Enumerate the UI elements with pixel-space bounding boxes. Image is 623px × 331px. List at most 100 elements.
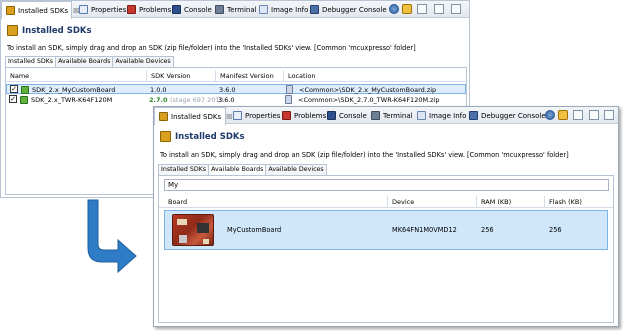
tab-image-info[interactable]: Image Info bbox=[413, 107, 466, 124]
table-row[interactable]: ✓ SDK_2.x_TWR-K64F120M 2.7.0 (stage 697 … bbox=[6, 95, 466, 105]
globe-icon[interactable] bbox=[389, 4, 399, 14]
sdk-icon bbox=[6, 6, 15, 15]
available-boards-panel: My Board Device RAM (KB) Flash (KB) MyCu… bbox=[158, 175, 614, 323]
subtab-available-devices[interactable]: Available Devices bbox=[112, 56, 174, 67]
tab-label: Image Info bbox=[429, 111, 467, 120]
col-name[interactable]: Name bbox=[6, 70, 29, 82]
sdk-import-icon[interactable] bbox=[558, 110, 568, 120]
tab-label: Properties bbox=[245, 111, 281, 120]
tab-label: Problems bbox=[294, 111, 327, 120]
minimize-icon[interactable] bbox=[434, 4, 444, 14]
col-location[interactable]: Location bbox=[283, 70, 316, 82]
tab-label: Installed SDKs bbox=[18, 6, 69, 15]
view-tab-bar: Installed SDKs ☒ Properties Problems Con… bbox=[1, 1, 469, 19]
tab-label: Debugger Console bbox=[322, 5, 387, 14]
tab-label: Properties bbox=[91, 5, 127, 14]
tab-debugger-console[interactable]: Debugger Console bbox=[306, 1, 387, 18]
tab-label: Console bbox=[339, 111, 367, 120]
transition-arrow-icon bbox=[87, 199, 137, 274]
tab-console[interactable]: Console bbox=[323, 107, 367, 124]
instruction-text: To install an SDK, simply drag and drop … bbox=[160, 151, 569, 159]
tab-label: Terminal bbox=[227, 5, 257, 14]
debugger-console-icon bbox=[469, 111, 478, 120]
instruction-text: To install an SDK, simply drag and drop … bbox=[7, 44, 416, 52]
debugger-console-icon bbox=[310, 5, 319, 14]
tab-installed-sdks[interactable]: Installed SDKs ☒ bbox=[154, 107, 232, 125]
properties-icon bbox=[79, 5, 88, 14]
tab-label: Debugger Console bbox=[481, 111, 546, 120]
sdk-name: SDK_2.x_TWR-K64F120M bbox=[31, 96, 113, 104]
tab-image-info[interactable]: Image Info bbox=[255, 1, 308, 18]
col-manifest-version[interactable]: Manifest Version bbox=[215, 70, 274, 82]
tab-terminal[interactable]: Terminal bbox=[211, 1, 257, 18]
image-info-icon bbox=[259, 5, 268, 14]
board-filter-input[interactable]: My bbox=[164, 179, 609, 191]
terminal-icon bbox=[371, 111, 380, 120]
table-row[interactable]: MyCustomBoard MK64FN1M0VMD12 256 256 bbox=[164, 210, 608, 250]
sdk-name: SDK_2.x_MyCustomBoard bbox=[32, 86, 116, 94]
tab-problems[interactable]: Problems bbox=[278, 107, 326, 124]
sdk-icon bbox=[160, 131, 171, 142]
sdk-location: <Common>\SDK_2.7.0_TWR-K64F120M.zip bbox=[298, 96, 440, 104]
row-checkbox[interactable]: ✓ bbox=[9, 95, 17, 103]
board-ram: 256 bbox=[481, 226, 494, 234]
image-info-icon bbox=[417, 111, 426, 120]
tab-installed-sdks[interactable]: Installed SDKs ☒ bbox=[1, 1, 79, 19]
row-checkbox[interactable]: ✓ bbox=[10, 85, 18, 93]
board-name: MyCustomBoard bbox=[227, 226, 282, 234]
sdk-version: 1.0.0 bbox=[150, 86, 167, 94]
tab-console[interactable]: Console bbox=[168, 1, 212, 18]
subtab-installed-sdks[interactable]: Installed SDKs bbox=[158, 164, 210, 175]
sdk-subtabs: Installed SDKs Available Boards Availabl… bbox=[5, 56, 174, 67]
page-title: Installed SDKs bbox=[160, 131, 245, 142]
col-ram[interactable]: RAM (KB) bbox=[476, 196, 511, 208]
sdk-icon bbox=[7, 25, 18, 36]
col-sdk-version[interactable]: SDK Version bbox=[146, 70, 190, 82]
console-icon bbox=[327, 111, 336, 120]
table-header: Name SDK Version Manifest Version Locati… bbox=[6, 70, 466, 82]
view-tab-bar: Installed SDKs ☒ Properties Problems Con… bbox=[154, 107, 618, 125]
problems-icon bbox=[282, 111, 291, 120]
maximize-icon[interactable] bbox=[604, 110, 614, 120]
board-flash: 256 bbox=[549, 226, 562, 234]
maximize-icon[interactable] bbox=[451, 4, 461, 14]
tab-problems[interactable]: Problems bbox=[123, 1, 171, 18]
col-flash[interactable]: Flash (KB) bbox=[544, 196, 582, 208]
subtab-available-boards[interactable]: Available Boards bbox=[208, 164, 267, 175]
sdk-subtabs: Installed SDKs Available Boards Availabl… bbox=[158, 164, 327, 175]
table-row[interactable]: ✓ SDK_2.x_MyCustomBoard 1.0.0 3.6.0 <Com… bbox=[6, 84, 466, 94]
view-menu-icon[interactable] bbox=[573, 110, 583, 120]
minimize-icon[interactable] bbox=[589, 110, 599, 120]
tab-label: Terminal bbox=[383, 111, 413, 120]
view-menu-icon[interactable] bbox=[417, 4, 427, 14]
zip-file-icon bbox=[286, 85, 293, 94]
properties-icon bbox=[233, 111, 242, 120]
col-device[interactable]: Device bbox=[387, 196, 414, 208]
globe-icon[interactable] bbox=[545, 110, 555, 120]
title-text: Installed SDKs bbox=[22, 25, 92, 36]
sdk-package-icon bbox=[20, 96, 28, 104]
tab-debugger-console[interactable]: Debugger Console bbox=[465, 107, 546, 124]
tab-terminal[interactable]: Terminal bbox=[367, 107, 413, 124]
tab-properties[interactable]: Properties bbox=[75, 1, 126, 18]
tab-label: Problems bbox=[139, 5, 172, 14]
tab-label: Installed SDKs bbox=[171, 112, 222, 121]
sdk-import-icon[interactable] bbox=[402, 4, 412, 14]
installed-sdks-window-front: Installed SDKs ☒ Properties Problems Con… bbox=[153, 106, 619, 327]
manifest-version: 3.6.0 bbox=[218, 96, 235, 104]
sdk-version: 2.7.0 bbox=[149, 96, 168, 104]
col-board[interactable]: Board bbox=[164, 196, 187, 208]
problems-icon bbox=[127, 5, 136, 14]
subtab-installed-sdks[interactable]: Installed SDKs bbox=[5, 56, 57, 67]
table-header: Board Device RAM (KB) Flash (KB) bbox=[159, 196, 613, 208]
zip-file-icon bbox=[285, 95, 292, 104]
board-device: MK64FN1M0VMD12 bbox=[392, 226, 457, 234]
sdk-location: <Common>\SDK_2.x_MyCustomBoard.zip bbox=[299, 86, 437, 94]
subtab-available-devices[interactable]: Available Devices bbox=[265, 164, 327, 175]
tab-label: Console bbox=[184, 5, 212, 14]
tab-label: Image Info bbox=[271, 5, 309, 14]
terminal-icon bbox=[215, 5, 224, 14]
page-title: Installed SDKs bbox=[7, 25, 92, 36]
tab-properties[interactable]: Properties bbox=[229, 107, 280, 124]
subtab-available-boards[interactable]: Available Boards bbox=[55, 56, 114, 67]
